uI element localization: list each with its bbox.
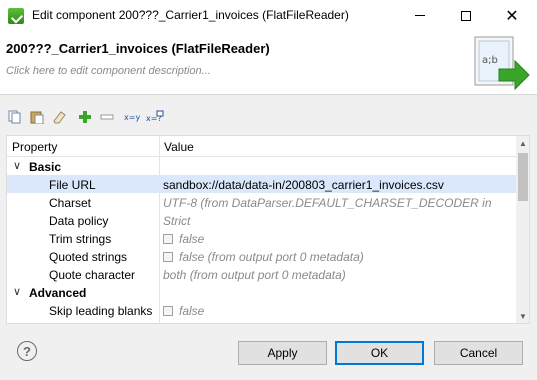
- copy-icon: [8, 110, 21, 124]
- chevron-down-icon[interactable]: ∨: [13, 285, 21, 298]
- add-icon: [79, 111, 91, 123]
- column-header-value: Value: [164, 140, 194, 154]
- table-row-charset[interactable]: Charset UTF-8 (from DataParser.DEFAULT_C…: [7, 193, 516, 211]
- edit-mapping-button[interactable]: x=?: [146, 108, 164, 126]
- remove-icon: [100, 114, 114, 120]
- scrollbar-thumb[interactable]: [518, 153, 528, 201]
- apply-button[interactable]: Apply: [238, 341, 327, 365]
- property-name: Data policy: [49, 214, 109, 228]
- add-button[interactable]: [76, 108, 94, 126]
- property-value[interactable]: Strict: [163, 214, 513, 228]
- component-title: 200???_Carrier1_invoices (FlatFileReader…: [6, 41, 270, 56]
- window-title: Edit component 200???_Carrier1_invoices …: [32, 8, 349, 22]
- group-label: Advanced: [29, 286, 87, 300]
- help-button[interactable]: ?: [17, 341, 37, 361]
- property-value[interactable]: both (from output port 0 metadata): [163, 268, 513, 282]
- table-row-trim-strings[interactable]: Trim strings false: [7, 229, 516, 247]
- property-value-checkbox[interactable]: false (from output port 0 metadata): [163, 250, 513, 264]
- component-description-field[interactable]: Click here to edit component description…: [6, 65, 211, 77]
- property-name: Skip leading blanks: [49, 304, 153, 318]
- cancel-button[interactable]: Cancel: [434, 341, 523, 365]
- property-value[interactable]: UTF-8 (from DataParser.DEFAULT_CHARSET_D…: [163, 196, 513, 210]
- property-value[interactable]: sandbox://data/data-in/200803_carrier1_i…: [163, 178, 513, 192]
- remove-button[interactable]: [98, 108, 116, 126]
- properties-table: Property Value ∨ Basic File URL sandbox:…: [6, 135, 530, 324]
- paste-button[interactable]: [28, 108, 46, 126]
- minimize-icon: [415, 15, 425, 16]
- title-bar: Edit component 200???_Carrier1_invoices …: [0, 0, 537, 31]
- checkbox[interactable]: [163, 252, 173, 262]
- table-rows: ∨ Basic File URL sandbox://data/data-in/…: [7, 157, 516, 319]
- properties-toolbar: x=y x=?: [6, 107, 168, 127]
- table-row-quote-character[interactable]: Quote character both (from output port 0…: [7, 265, 516, 283]
- scroll-down-icon[interactable]: ▼: [516, 309, 529, 323]
- property-name: Quoted strings: [49, 250, 128, 264]
- close-icon: ✕: [505, 5, 519, 25]
- edit-expression-button[interactable]: x=y: [124, 108, 142, 126]
- table-row-quoted-strings[interactable]: Quoted strings false (from output port 0…: [7, 247, 516, 265]
- property-value-checkbox[interactable]: false: [163, 304, 513, 318]
- checkbox-label: false: [179, 232, 205, 246]
- paste-icon: [30, 111, 44, 124]
- component-header: 200???_Carrier1_invoices (FlatFileReader…: [0, 31, 537, 95]
- minimize-button[interactable]: [397, 0, 443, 31]
- flat-file-reader-icon: a;b: [474, 36, 530, 91]
- app-icon: [8, 8, 24, 24]
- column-header-property: Property: [12, 140, 58, 154]
- group-advanced[interactable]: ∨ Advanced: [7, 283, 516, 301]
- vertical-scrollbar[interactable]: ▲ ▼: [516, 136, 529, 323]
- checkbox-label: false: [179, 304, 205, 318]
- chevron-down-icon[interactable]: ∨: [13, 159, 21, 172]
- property-value-checkbox[interactable]: false: [163, 232, 513, 246]
- edit-expression-icon: x=y: [124, 113, 140, 122]
- property-name: File URL: [49, 178, 96, 192]
- property-name: Charset: [49, 196, 92, 210]
- group-basic[interactable]: ∨ Basic: [7, 157, 516, 175]
- checkbox[interactable]: [163, 234, 173, 244]
- table-header: Property Value: [7, 136, 516, 323]
- table-row-skip-leading-blanks[interactable]: Skip leading blanks false: [7, 301, 516, 319]
- edit-mapping-icon: x=?: [146, 110, 164, 123]
- close-button[interactable]: ✕: [489, 0, 535, 31]
- table-row-data-policy[interactable]: Data policy Strict: [7, 211, 516, 229]
- maximize-icon: [461, 10, 471, 21]
- property-name: Quote character: [49, 268, 136, 282]
- scroll-up-icon[interactable]: ▲: [516, 136, 529, 150]
- help-icon: ?: [23, 343, 31, 359]
- ok-button[interactable]: OK: [335, 341, 424, 365]
- clear-button[interactable]: [50, 108, 68, 126]
- checkbox[interactable]: [163, 306, 173, 316]
- group-label: Basic: [29, 160, 62, 174]
- edit-expression-label: x=y: [124, 113, 140, 122]
- clear-icon: [53, 111, 66, 124]
- property-name: Trim strings: [49, 232, 112, 246]
- badge-text: a;b: [482, 55, 498, 66]
- table-row-file-url[interactable]: File URL sandbox://data/data-in/200803_c…: [7, 175, 516, 193]
- copy-button[interactable]: [6, 108, 24, 126]
- maximize-button[interactable]: [443, 0, 489, 31]
- checkbox-label: false (from output port 0 metadata): [179, 250, 364, 264]
